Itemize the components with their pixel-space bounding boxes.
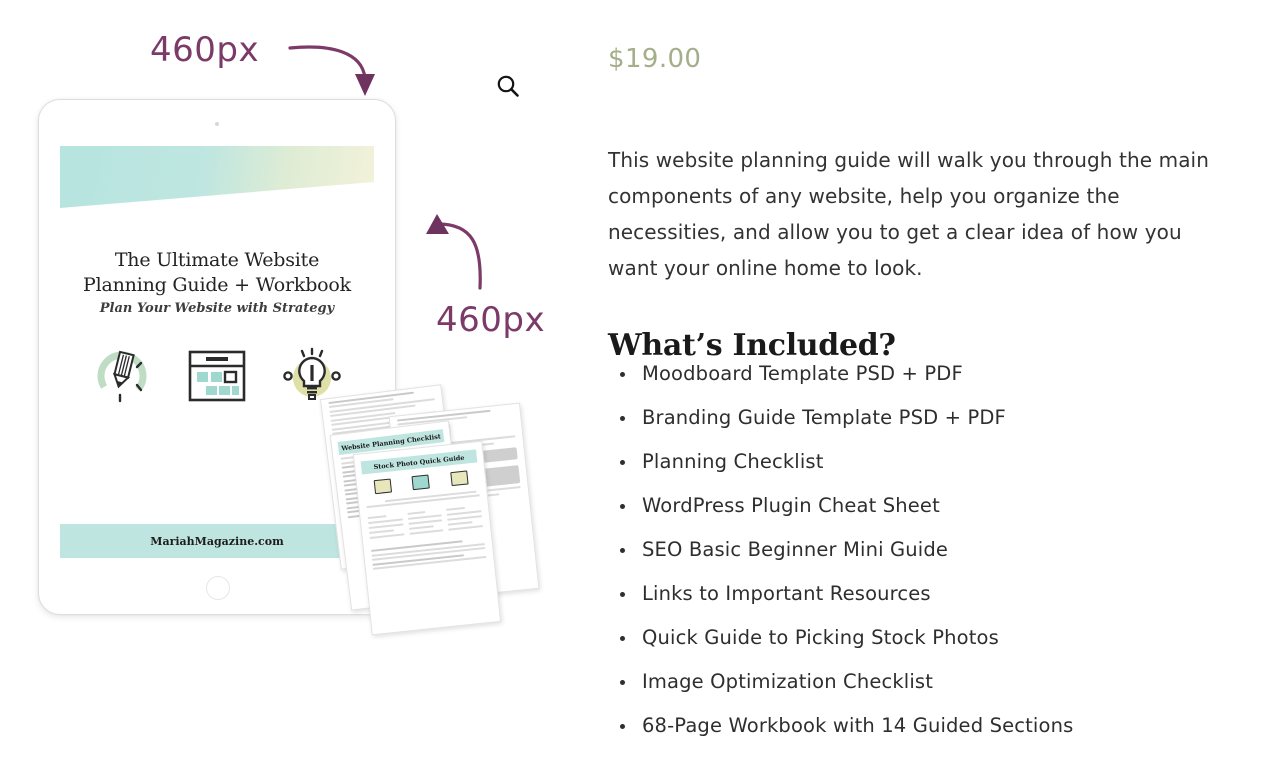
included-list-item: 68-Page Workbook with 14 Guided Sections <box>620 704 1242 748</box>
browser-window-icon <box>188 350 246 402</box>
included-list-item: WordPress Plugin Cheat Sheet <box>620 484 1242 528</box>
cover-top-band <box>60 146 374 208</box>
included-list-item: Branding Guide Template PSD + PDF <box>620 396 1242 440</box>
included-list-item: Image Optimization Checklist <box>620 660 1242 704</box>
tablet-home-button <box>206 576 230 600</box>
product-price: $19.00 <box>608 44 702 74</box>
curved-arrow-up-left-icon <box>426 214 482 290</box>
cover-subtitle: Plan Your Website with Strategy <box>99 301 335 316</box>
printable-papers-stack[interactable]: Website Planning Checklist Stock Photo Q… <box>300 384 540 636</box>
included-list-item: Quick Guide to Picking Stock Photos <box>620 616 1242 660</box>
annotation-width-top-label: 460px <box>150 30 260 70</box>
curved-arrow-down-icon <box>288 45 375 96</box>
cover-title-line2: Planning Guide + Workbook <box>83 274 351 296</box>
product-gallery: 460px 460px The Ultimate Website Plannin… <box>0 0 590 760</box>
pencil-circle-icon <box>97 350 147 403</box>
paper-sheet-stockphoto: Stock Photo Quick Guide <box>352 440 502 636</box>
product-page: 460px 460px The Ultimate Website Plannin… <box>0 0 1272 760</box>
search-magnifier-icon[interactable] <box>494 72 522 100</box>
photo-frame-icon <box>450 470 469 487</box>
cover-footer-text: MariahMagazine.com <box>150 534 284 548</box>
camera-icon <box>373 478 392 495</box>
included-list-item: Planning Checklist <box>620 440 1242 484</box>
included-list: Moodboard Template PSD + PDF Branding Gui… <box>608 352 1242 748</box>
tablet-camera-dot <box>215 122 219 126</box>
included-list-item: Moodboard Template PSD + PDF <box>620 352 1242 396</box>
included-list-item: Links to Important Resources <box>620 572 1242 616</box>
included-list-item: SEO Basic Beginner Mini Guide <box>620 528 1242 572</box>
product-description: This website planning guide will walk yo… <box>608 148 1209 280</box>
product-info: $19.00 This website planning guide will … <box>608 0 1238 760</box>
umbrella-icon <box>411 474 431 491</box>
annotation-height-side-label: 460px <box>436 300 546 340</box>
cover-title-line1: The Ultimate Website <box>114 249 320 271</box>
cover-title: The Ultimate Website Planning Guide + Wo… <box>60 248 374 298</box>
